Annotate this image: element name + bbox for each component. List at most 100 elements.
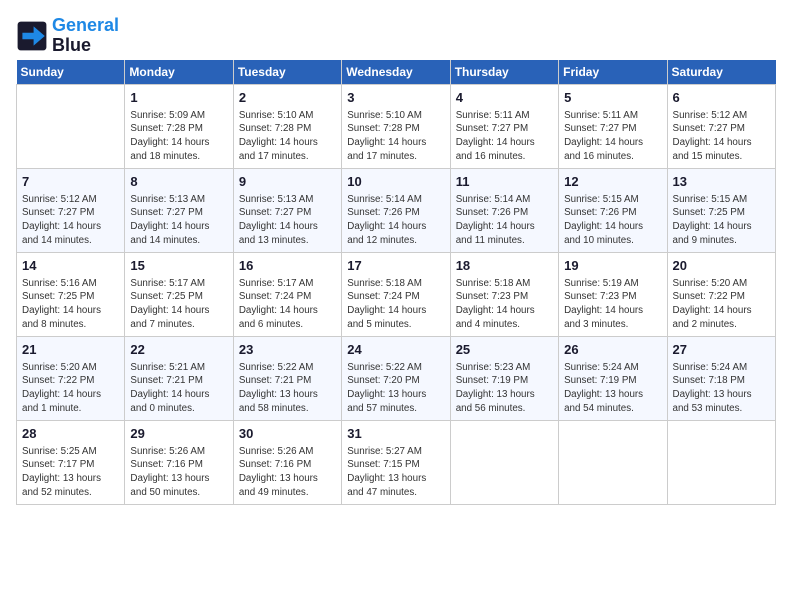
calendar-cell: 21Sunrise: 5:20 AM Sunset: 7:22 PM Dayli… [17,336,125,420]
day-number: 30 [239,425,336,443]
calendar-table: SundayMondayTuesdayWednesdayThursdayFrid… [16,60,776,505]
day-info: Sunrise: 5:12 AM Sunset: 7:27 PM Dayligh… [673,109,770,164]
day-number: 7 [22,173,119,191]
calendar-cell: 6 Sunrise: 5:12 AM Sunset: 7:27 PM Daylig… [667,84,775,168]
calendar-cell: 3Sunrise: 5:10 AM Sunset: 7:28 PM Daylig… [342,84,450,168]
calendar-cell: 24 Sunrise: 5:22 AM Sunset: 7:20 PM Dayli… [342,336,450,420]
day-info: Sunrise: 5:25 AM Sunset: 7:17 PM Dayligh… [22,445,119,500]
day-number: 27 [673,341,770,359]
day-info: Sunrise: 5:21 AM Sunset: 7:21 PM Dayligh… [130,361,227,416]
calendar-cell [17,84,125,168]
day-info: Sunrise: 5:24 AM Sunset: 7:18 PM Dayligh… [673,361,770,416]
calendar-cell: 30 Sunrise: 5:26 AM Sunset: 7:16 PM Dayli… [233,420,341,504]
logo-icon [16,20,48,52]
day-info: Sunrise: 5:10 AM Sunset: 7:28 PM Dayligh… [239,109,336,164]
calendar-cell: 11Sunrise: 5:14 AM Sunset: 7:26 PM Dayli… [450,168,558,252]
calendar-cell [667,420,775,504]
day-number: 20 [673,257,770,275]
day-number: 29 [130,425,227,443]
day-number: 6 [673,89,770,107]
calendar-cell: 23 Sunrise: 5:22 AM Sunset: 7:21 PM Dayli… [233,336,341,420]
day-number: 22 [130,341,227,359]
calendar-cell: 7 Sunrise: 5:12 AM Sunset: 7:27 PM Daylig… [17,168,125,252]
calendar-cell: 5 Sunrise: 5:11 AM Sunset: 7:27 PM Daylig… [559,84,667,168]
day-info: Sunrise: 5:11 AM Sunset: 7:27 PM Dayligh… [564,109,661,164]
calendar-cell: 18Sunrise: 5:18 AM Sunset: 7:23 PM Dayli… [450,252,558,336]
day-number: 26 [564,341,661,359]
day-info: Sunrise: 5:14 AM Sunset: 7:26 PM Dayligh… [456,193,553,248]
day-info: Sunrise: 5:27 AM Sunset: 7:15 PM Dayligh… [347,445,444,500]
calendar-week-row: 28Sunrise: 5:25 AM Sunset: 7:17 PM Dayli… [17,420,776,504]
day-number: 23 [239,341,336,359]
day-number: 14 [22,257,119,275]
day-info: Sunrise: 5:11 AM Sunset: 7:27 PM Dayligh… [456,109,553,164]
day-info: Sunrise: 5:19 AM Sunset: 7:23 PM Dayligh… [564,277,661,332]
day-info: Sunrise: 5:17 AM Sunset: 7:24 PM Dayligh… [239,277,336,332]
day-info: Sunrise: 5:12 AM Sunset: 7:27 PM Dayligh… [22,193,119,248]
day-info: Sunrise: 5:15 AM Sunset: 7:25 PM Dayligh… [673,193,770,248]
calendar-cell: 4 Sunrise: 5:11 AM Sunset: 7:27 PM Daylig… [450,84,558,168]
calendar-cell: 26 Sunrise: 5:24 AM Sunset: 7:19 PM Dayli… [559,336,667,420]
day-number: 19 [564,257,661,275]
header-monday: Monday [125,60,233,85]
day-number: 25 [456,341,553,359]
header-thursday: Thursday [450,60,558,85]
day-number: 4 [456,89,553,107]
logo: General Blue [16,16,119,56]
day-number: 8 [130,173,227,191]
header-saturday: Saturday [667,60,775,85]
day-info: Sunrise: 5:14 AM Sunset: 7:26 PM Dayligh… [347,193,444,248]
calendar-cell: 2 Sunrise: 5:10 AM Sunset: 7:28 PM Daylig… [233,84,341,168]
calendar-cell: 10 Sunrise: 5:14 AM Sunset: 7:26 PM Dayli… [342,168,450,252]
day-info: Sunrise: 5:22 AM Sunset: 7:21 PM Dayligh… [239,361,336,416]
day-info: Sunrise: 5:26 AM Sunset: 7:16 PM Dayligh… [239,445,336,500]
calendar-cell: 28Sunrise: 5:25 AM Sunset: 7:17 PM Dayli… [17,420,125,504]
day-number: 15 [130,257,227,275]
day-number: 24 [347,341,444,359]
day-info: Sunrise: 5:13 AM Sunset: 7:27 PM Dayligh… [130,193,227,248]
calendar-cell: 31 Sunrise: 5:27 AM Sunset: 7:15 PM Dayli… [342,420,450,504]
calendar-cell: 1 Sunrise: 5:09 AM Sunset: 7:28 PM Daylig… [125,84,233,168]
logo-text: General Blue [52,16,119,56]
calendar-week-row: 14 Sunrise: 5:16 AM Sunset: 7:25 PM Dayli… [17,252,776,336]
calendar-cell: 16Sunrise: 5:17 AM Sunset: 7:24 PM Dayli… [233,252,341,336]
calendar-week-row: 1 Sunrise: 5:09 AM Sunset: 7:28 PM Daylig… [17,84,776,168]
day-number: 5 [564,89,661,107]
day-info: Sunrise: 5:23 AM Sunset: 7:19 PM Dayligh… [456,361,553,416]
calendar-cell: 25 Sunrise: 5:23 AM Sunset: 7:19 PM Dayli… [450,336,558,420]
day-number: 10 [347,173,444,191]
day-number: 9 [239,173,336,191]
header-sunday: Sunday [17,60,125,85]
calendar-cell: 13Sunrise: 5:15 AM Sunset: 7:25 PM Dayli… [667,168,775,252]
header-tuesday: Tuesday [233,60,341,85]
calendar-cell: 20 Sunrise: 5:20 AM Sunset: 7:22 PM Dayli… [667,252,775,336]
day-info: Sunrise: 5:18 AM Sunset: 7:24 PM Dayligh… [347,277,444,332]
day-number: 1 [130,89,227,107]
calendar-cell: 17 Sunrise: 5:18 AM Sunset: 7:24 PM Dayli… [342,252,450,336]
day-info: Sunrise: 5:10 AM Sunset: 7:28 PM Dayligh… [347,109,444,164]
day-number: 31 [347,425,444,443]
calendar-cell: 14 Sunrise: 5:16 AM Sunset: 7:25 PM Dayli… [17,252,125,336]
day-info: Sunrise: 5:17 AM Sunset: 7:25 PM Dayligh… [130,277,227,332]
day-info: Sunrise: 5:22 AM Sunset: 7:20 PM Dayligh… [347,361,444,416]
calendar-week-row: 7 Sunrise: 5:12 AM Sunset: 7:27 PM Daylig… [17,168,776,252]
calendar-cell: 9 Sunrise: 5:13 AM Sunset: 7:27 PM Daylig… [233,168,341,252]
calendar-cell: 15 Sunrise: 5:17 AM Sunset: 7:25 PM Dayli… [125,252,233,336]
day-number: 2 [239,89,336,107]
day-info: Sunrise: 5:16 AM Sunset: 7:25 PM Dayligh… [22,277,119,332]
day-info: Sunrise: 5:20 AM Sunset: 7:22 PM Dayligh… [673,277,770,332]
day-info: Sunrise: 5:20 AM Sunset: 7:22 PM Dayligh… [22,361,119,416]
day-info: Sunrise: 5:18 AM Sunset: 7:23 PM Dayligh… [456,277,553,332]
day-number: 17 [347,257,444,275]
calendar-cell: 8 Sunrise: 5:13 AM Sunset: 7:27 PM Daylig… [125,168,233,252]
calendar-cell: 19 Sunrise: 5:19 AM Sunset: 7:23 PM Dayli… [559,252,667,336]
page-header: General Blue [16,16,776,56]
day-info: Sunrise: 5:13 AM Sunset: 7:27 PM Dayligh… [239,193,336,248]
calendar-cell [559,420,667,504]
day-info: Sunrise: 5:09 AM Sunset: 7:28 PM Dayligh… [130,109,227,164]
day-number: 12 [564,173,661,191]
day-info: Sunrise: 5:24 AM Sunset: 7:19 PM Dayligh… [564,361,661,416]
calendar-cell: 22 Sunrise: 5:21 AM Sunset: 7:21 PM Dayli… [125,336,233,420]
day-info: Sunrise: 5:15 AM Sunset: 7:26 PM Dayligh… [564,193,661,248]
header-friday: Friday [559,60,667,85]
